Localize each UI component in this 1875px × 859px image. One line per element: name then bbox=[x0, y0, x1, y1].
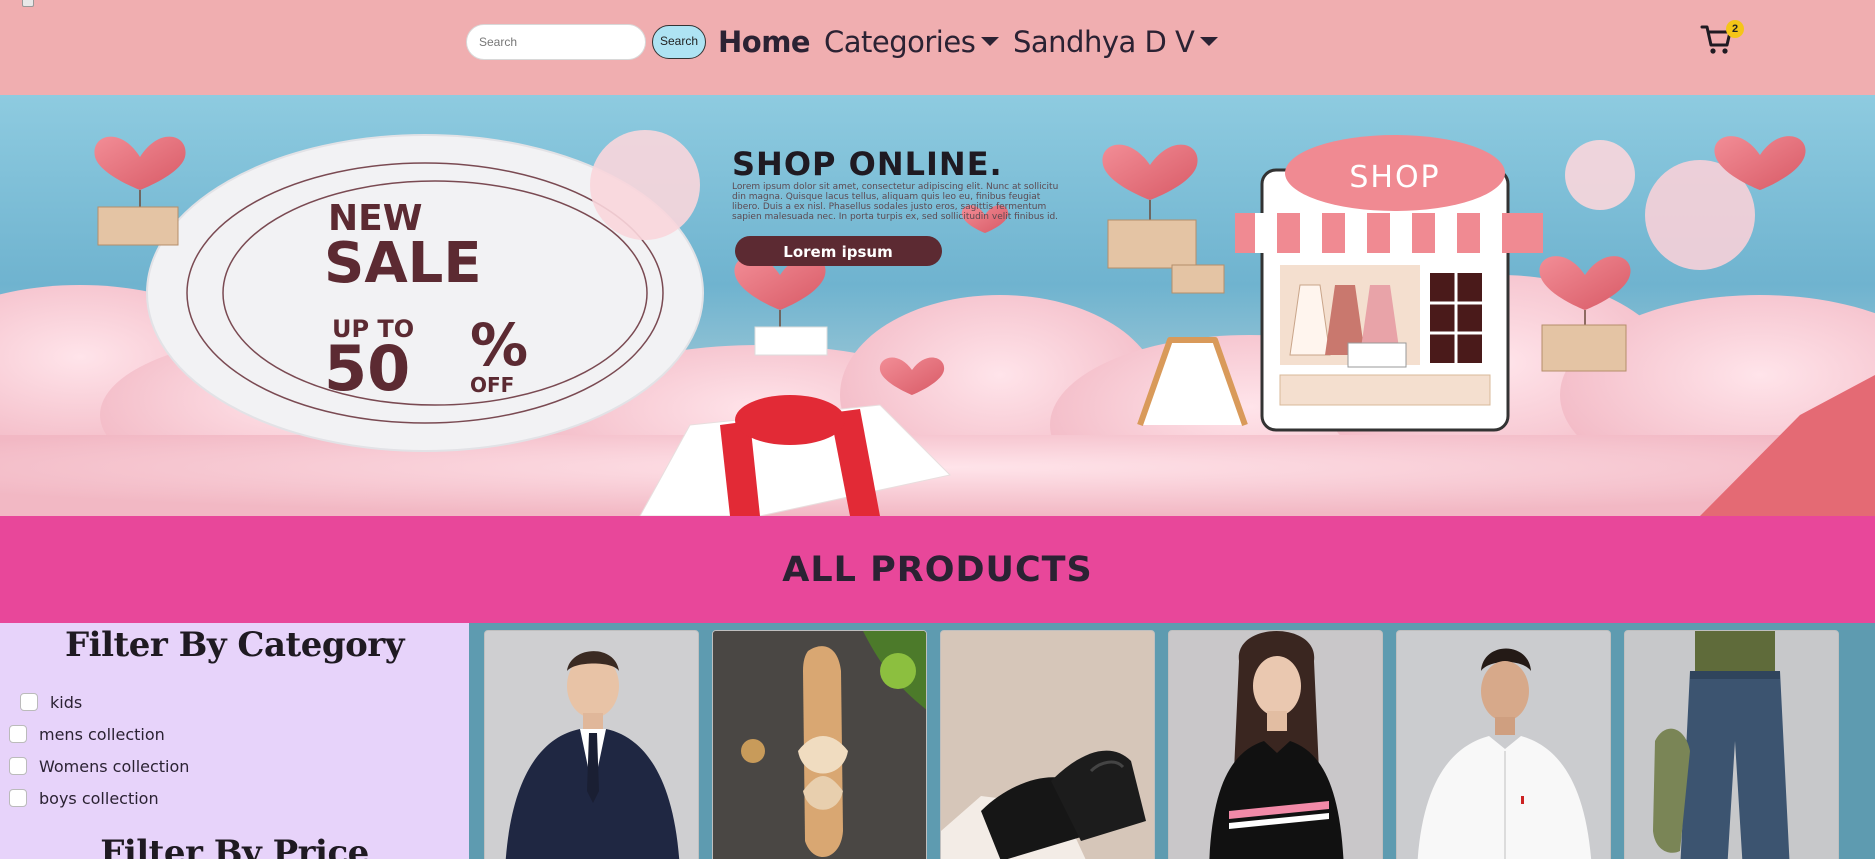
product-image-man-white-shirt bbox=[1397, 631, 1610, 859]
nav-categories-dropdown[interactable]: Categories bbox=[824, 20, 1000, 64]
banner-body-line: din magna. Quisque lacus tellus, aliquam… bbox=[732, 192, 1041, 202]
banner-headline: SHOP ONLINE. bbox=[732, 145, 1003, 183]
sale-sale-text: SALE bbox=[324, 231, 482, 296]
product-image-man-suit bbox=[485, 631, 698, 859]
sale-off-text: OFF bbox=[470, 373, 514, 397]
banner-body-line: libero. Duis a ex nisl. Phasellus sodale… bbox=[732, 202, 1046, 212]
filter-category-label: Womens collection bbox=[39, 756, 190, 776]
sale-fifty-text: 50 bbox=[324, 332, 410, 405]
filter-category-kids[interactable]: kids bbox=[20, 690, 82, 714]
caret-down-icon bbox=[1200, 36, 1219, 46]
product-image-woman-tshirt bbox=[1169, 631, 1382, 859]
nav-home-link[interactable]: Home bbox=[718, 20, 811, 64]
heart-balloon-icon bbox=[734, 256, 828, 356]
filter-price-title: Filter By Price bbox=[100, 833, 369, 859]
search-input[interactable] bbox=[466, 24, 646, 60]
checkbox[interactable] bbox=[9, 757, 27, 775]
section-title: ALL PRODUCTS bbox=[782, 549, 1093, 590]
nav-home-label: Home bbox=[718, 25, 811, 59]
product-card[interactable] bbox=[940, 630, 1155, 859]
checkbox[interactable] bbox=[20, 693, 38, 711]
sale-percent-text: % bbox=[470, 311, 528, 379]
caret-down-icon bbox=[981, 36, 1000, 46]
banner-body-line: Lorem ipsum dolor sit amet, consectetur … bbox=[732, 182, 1058, 192]
banner-cta-label: Lorem ipsum bbox=[783, 243, 892, 261]
banner-body-line: sapien malesuada nec. In porta turpis ex… bbox=[732, 212, 1058, 222]
filter-category-label: kids bbox=[50, 692, 83, 712]
top-navbar: Search Home Categories Sandhya D V 2 bbox=[0, 0, 1875, 95]
product-image-jeans bbox=[1625, 631, 1838, 859]
filter-category-label: mens collection bbox=[39, 724, 165, 744]
product-image-sandal bbox=[713, 631, 926, 859]
search-button[interactable]: Search bbox=[652, 25, 706, 59]
all-products-header: ALL PRODUCTS bbox=[0, 516, 1875, 623]
filter-category-label: boys collection bbox=[39, 788, 159, 808]
product-card[interactable] bbox=[484, 630, 699, 859]
cart-button[interactable]: 2 bbox=[1700, 20, 1750, 62]
shop-sign-text: SHOP bbox=[1349, 160, 1440, 195]
nav-user-dropdown[interactable]: Sandhya D V bbox=[1013, 20, 1219, 64]
product-card[interactable] bbox=[1168, 630, 1383, 859]
heart-balloon-icon bbox=[94, 136, 186, 246]
checkbox[interactable] bbox=[9, 789, 27, 807]
broken-logo-image bbox=[22, 0, 34, 7]
heart-balloon-icon bbox=[1102, 144, 1225, 294]
banner-illustration: NEW SALE UP TO 50 % OFF SHOP ONLINE. Lor… bbox=[0, 130, 1875, 516]
checkbox[interactable] bbox=[9, 725, 27, 743]
filter-category-title: Filter By Category bbox=[65, 625, 404, 665]
nav-user-label: Sandhya D V bbox=[1013, 25, 1195, 59]
product-image-black-shoes bbox=[941, 631, 1154, 859]
shop-storefront-icon: SHOP bbox=[1235, 135, 1543, 432]
filter-sidebar: Filter By Category kids mens collection … bbox=[0, 623, 469, 859]
filter-category-womens[interactable]: Womens collection bbox=[9, 754, 189, 778]
cart-count-badge: 2 bbox=[1726, 20, 1744, 38]
product-card[interactable] bbox=[712, 630, 927, 859]
products-grid bbox=[469, 623, 1875, 859]
promo-banner: NEW SALE UP TO 50 % OFF SHOP ONLINE. Lor… bbox=[0, 95, 1875, 516]
product-card[interactable] bbox=[1396, 630, 1611, 859]
filter-category-boys[interactable]: boys collection bbox=[9, 786, 159, 810]
nav-categories-label: Categories bbox=[824, 25, 976, 59]
filter-category-mens[interactable]: mens collection bbox=[9, 722, 165, 746]
product-card[interactable] bbox=[1624, 630, 1839, 859]
